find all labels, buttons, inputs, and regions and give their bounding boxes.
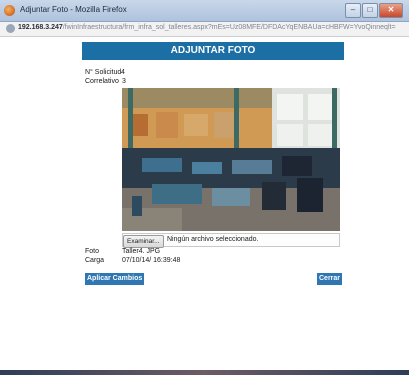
apply-changes-button[interactable]: Aplicar Cambios <box>85 273 145 285</box>
correlativo-value: 3 <box>122 78 126 85</box>
maximize-icon[interactable]: □ <box>362 3 378 18</box>
browser-window: Adjuntar Foto - Mozilla Firefox – □ ✕ 19… <box>0 0 409 375</box>
url-host: 192.168.3.247 <box>18 24 63 31</box>
file-status: Ningún archivo seleccionado. <box>167 236 259 243</box>
window-title: Adjuntar Foto - Mozilla Firefox <box>20 5 127 14</box>
solicitud-label: N° Solicitud <box>85 69 122 76</box>
close-icon[interactable]: ✕ <box>379 3 403 18</box>
url-text: 192.168.3.247/fwinInfraestructura/frm_in… <box>18 24 396 31</box>
url-path: /fwinInfraestructura/frm_infra_sol_talle… <box>62 24 396 31</box>
close-button[interactable]: Cerrar <box>317 273 343 285</box>
firefox-icon <box>4 5 15 16</box>
workshop-photo-image <box>122 88 340 231</box>
correlativo-label: Correlativo <box>85 78 119 85</box>
solicitud-value: 4 <box>121 69 125 76</box>
carga-label: Carga <box>85 257 105 264</box>
carga-value: 07/10/14/ 16:39:48 <box>122 257 181 264</box>
address-bar[interactable]: 192.168.3.247/fwinInfraestructura/frm_in… <box>0 22 409 37</box>
taskbar-strip <box>0 370 409 375</box>
workshop-photo <box>122 88 340 231</box>
minimize-icon[interactable]: – <box>345 3 361 18</box>
page-icon <box>6 24 15 33</box>
foto-label: Foto <box>85 248 100 255</box>
foto-value: Taller4. JPG <box>122 248 161 255</box>
page-header: ADJUNTAR FOTO <box>82 42 344 60</box>
title-bar: Adjuntar Foto - Mozilla Firefox – □ ✕ <box>0 0 409 22</box>
window-controls: – □ ✕ <box>344 3 403 18</box>
browse-button[interactable]: Examinar... <box>123 235 164 248</box>
